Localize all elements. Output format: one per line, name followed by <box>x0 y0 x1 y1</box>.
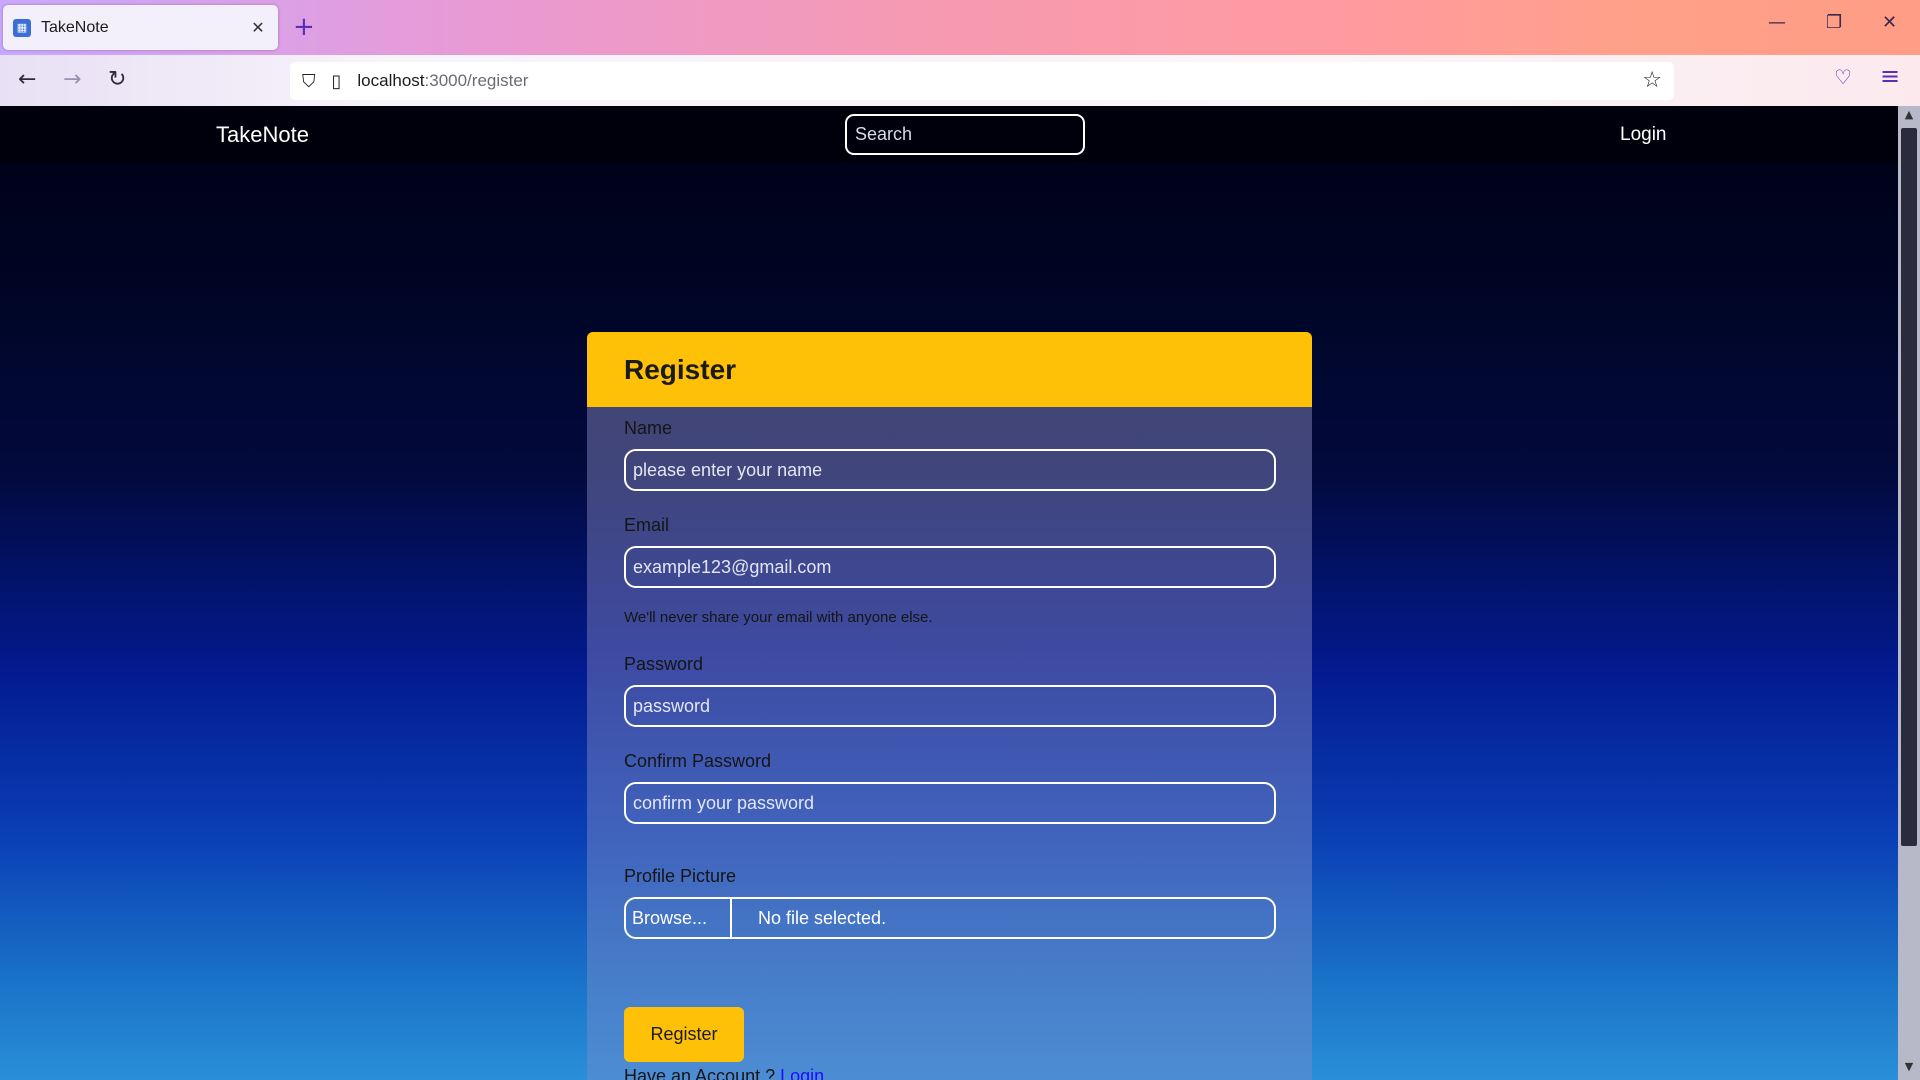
close-window-icon[interactable]: ✕ <box>1882 12 1897 33</box>
page-info-icon[interactable]: ▯ <box>332 71 342 92</box>
profile-picture-label: Profile Picture <box>624 866 737 886</box>
register-title: Register <box>624 353 737 385</box>
address-bar[interactable]: ⛉ ▯ localhost:3000/register ☆ <box>290 62 1674 100</box>
shield-icon[interactable]: ⛉ <box>302 71 316 92</box>
tab-title: TakeNote <box>41 18 109 36</box>
password-label: Password <box>624 654 704 674</box>
restore-window-icon[interactable]: ❐ <box>1826 12 1842 33</box>
card-header: Register <box>587 332 1312 407</box>
scrollbar-thumb[interactable] <box>1901 128 1917 846</box>
login-link[interactable]: Login <box>780 1066 824 1080</box>
password-input[interactable] <box>624 685 1276 727</box>
scroll-up-arrow-icon[interactable]: ▲ <box>1898 108 1920 126</box>
email-input[interactable] <box>624 546 1276 588</box>
forward-arrow-icon[interactable]: → <box>63 65 81 95</box>
app-menu-icon[interactable]: ≡ <box>1880 62 1900 90</box>
name-label: Name <box>624 418 673 438</box>
nav-login-link[interactable]: Login <box>1620 124 1667 146</box>
app-favicon-icon: ▦ <box>13 18 31 37</box>
url-path: :3000/register <box>424 71 529 90</box>
minimize-window-icon[interactable]: — <box>1768 12 1786 33</box>
confirm-password-input[interactable] <box>624 782 1276 824</box>
browser-tab-strip: ▦ TakeNote ✕ + — ❐ ✕ <box>0 0 1920 55</box>
name-input[interactable] <box>624 449 1276 491</box>
browser-tab[interactable]: ▦ TakeNote ✕ <box>3 5 278 50</box>
bookmark-star-icon[interactable]: ☆ <box>1642 68 1662 93</box>
close-tab-icon[interactable]: ✕ <box>248 18 268 37</box>
browser-toolbar: ← → ↻ ⛉ ▯ localhost:3000/register ☆ ♡ ≡ <box>0 55 1920 106</box>
page-viewport: TakeNote Login Register Name Email We'll… <box>0 106 1898 1080</box>
browse-button[interactable]: Browse... <box>626 899 732 937</box>
email-help-text: We'll never share your email with anyone… <box>624 609 933 626</box>
profile-picture-file-input[interactable]: Browse... No file selected. <box>624 897 1276 939</box>
confirm-password-label: Confirm Password <box>624 751 772 771</box>
have-account-text: Have an Account ? Login <box>624 1066 824 1080</box>
url-host: localhost <box>357 71 425 90</box>
site-navbar: TakeNote Login <box>0 106 1898 162</box>
back-arrow-icon[interactable]: ← <box>18 65 36 95</box>
have-account-label: Have an Account ? <box>624 1066 781 1080</box>
site-search-input[interactable] <box>845 114 1085 155</box>
site-brand[interactable]: TakeNote <box>216 122 309 148</box>
register-button[interactable]: Register <box>624 1007 744 1062</box>
pocket-icon[interactable]: ♡ <box>1834 65 1852 89</box>
file-status-text: No file selected. <box>758 907 887 928</box>
new-tab-button[interactable]: + <box>293 12 315 42</box>
scroll-down-arrow-icon[interactable]: ▼ <box>1898 1060 1920 1078</box>
email-label: Email <box>624 515 670 535</box>
register-card: Register Name Email We'll never share yo… <box>587 332 1312 1080</box>
reload-icon[interactable]: ↻ <box>108 65 126 95</box>
